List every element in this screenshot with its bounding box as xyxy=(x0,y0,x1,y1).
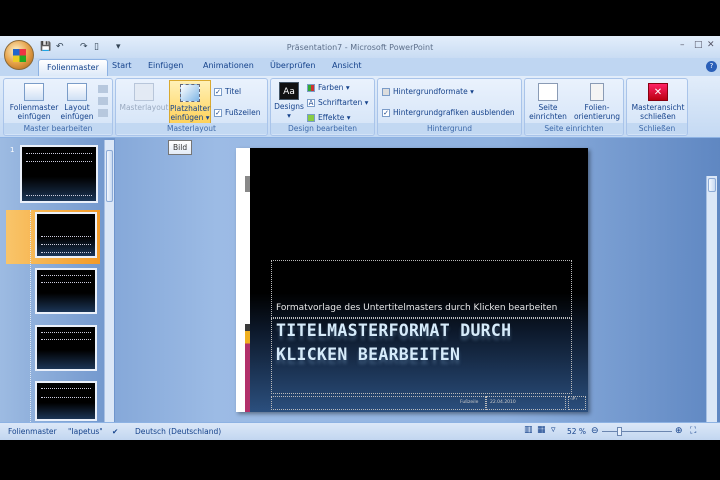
tab-start[interactable]: Start xyxy=(112,61,132,70)
layout-thumbnail[interactable] xyxy=(35,325,97,371)
group-schliessen: ✕ Masteransicht schließen Schließen xyxy=(626,78,688,136)
group-seite-einrichten: Seite einrichten Folien-orientierung ▾ S… xyxy=(524,78,624,136)
schriftarten-button[interactable]: A Schriftarten ▾ xyxy=(307,98,368,107)
title-text[interactable]: TITELMASTERFORMAT DURCH KLICKEN BEARBEIT… xyxy=(276,319,566,367)
seite-einrichten-button[interactable]: Seite einrichten xyxy=(527,83,569,121)
slide-number-text: ‹#› xyxy=(570,397,578,402)
main-scrollbar[interactable] xyxy=(706,176,717,422)
scroll-thumb[interactable] xyxy=(106,150,113,202)
tab-folienmaster[interactable]: Folienmaster xyxy=(38,59,108,77)
zoom-in-icon[interactable]: ⊕ xyxy=(675,426,683,436)
sorter-view-icon[interactable]: ▦ xyxy=(537,425,546,435)
window-title: Präsentation7 - Microsoft PowerPoint xyxy=(286,43,434,52)
small-master-tools-icon[interactable] xyxy=(98,85,108,119)
designs-icon: Aa xyxy=(279,82,299,100)
undo-icon[interactable]: ↶ xyxy=(56,42,66,52)
status-bar: Folienmaster "Iapetus" ✔ Deutsch (Deutsc… xyxy=(0,422,720,440)
farben-button[interactable]: Farben ▾ xyxy=(307,83,350,92)
platzhalter-einfuegen-button[interactable]: Platzhalter einfügen ▾ xyxy=(169,80,211,124)
masterlayout-button: Masterlayout xyxy=(118,83,170,112)
layout-einfuegen-button[interactable]: Layout einfügen xyxy=(60,83,94,121)
status-theme: "Iapetus" xyxy=(68,427,103,436)
group-masterlayout: Masterlayout Platzhalter einfügen ▾ ✓ Tit… xyxy=(115,78,268,136)
background-format-icon xyxy=(382,88,390,96)
office-logo-icon xyxy=(13,49,26,62)
close-button[interactable]: ✕ xyxy=(707,40,715,50)
group-label: Master bearbeiten xyxy=(4,123,112,134)
group-hintergrund: Hintergrundformate ▾ ✓ Hintergrundgrafike… xyxy=(377,78,522,136)
status-view: Folienmaster xyxy=(8,427,57,436)
placeholder-icon xyxy=(180,84,200,102)
layout-connector xyxy=(30,210,31,422)
redo-icon[interactable]: ↷ xyxy=(80,42,90,52)
layout-thumbnail[interactable] xyxy=(35,212,97,258)
designs-button[interactable]: Aa Designs ▾ xyxy=(273,82,305,120)
office-button[interactable] xyxy=(4,40,34,70)
zoom-out-icon[interactable]: ⊖ xyxy=(591,426,599,436)
fonts-icon: A xyxy=(307,99,315,107)
masteransicht-schliessen-button[interactable]: ✕ Masteransicht schließen xyxy=(629,83,687,121)
zoom-level[interactable]: 52 % xyxy=(567,427,586,436)
slide-master-icon xyxy=(24,83,44,101)
tab-einfuegen[interactable]: Einfügen xyxy=(148,61,183,70)
layout-icon xyxy=(67,83,87,101)
effekte-button[interactable]: Effekte ▾ xyxy=(307,113,351,122)
layout-thumbnail[interactable] xyxy=(35,381,97,421)
spellcheck-icon[interactable]: ✔ xyxy=(112,427,118,436)
master-thumbnail[interactable] xyxy=(20,145,98,203)
layout-thumbnail[interactable] xyxy=(35,268,97,314)
footer-text: Fußzeile xyxy=(460,400,479,405)
zoom-slider-thumb[interactable] xyxy=(617,427,622,436)
customize-quick-access-icon[interactable]: ▾ xyxy=(116,42,126,52)
tab-ansicht[interactable]: Ansicht xyxy=(332,61,362,70)
new-icon[interactable]: ▯ xyxy=(94,42,104,52)
zoom-slider[interactable] xyxy=(602,431,672,432)
colors-icon xyxy=(307,84,315,92)
checkbox-icon: ✓ xyxy=(214,88,222,96)
date-text: 22.04.2010 xyxy=(490,400,516,405)
scroll-thumb[interactable] xyxy=(708,178,716,192)
checkbox-icon: ✓ xyxy=(214,109,222,117)
checkbox-icon: ✓ xyxy=(382,109,390,117)
slide-number: 1 xyxy=(10,146,15,154)
footer-placeholder[interactable] xyxy=(271,396,486,410)
hintergrundgrafiken-ausblenden-checkbox[interactable]: ✓ Hintergrundgrafiken ausblenden xyxy=(382,108,515,117)
tab-animationen[interactable]: Animationen xyxy=(203,61,254,70)
ribbon: Folienmaster einfügen Layout einfügen Ma… xyxy=(0,76,720,138)
maximize-button[interactable]: □ xyxy=(694,40,703,50)
status-language[interactable]: Deutsch (Deutschland) xyxy=(135,427,221,436)
fit-to-window-icon[interactable]: ⛶ xyxy=(690,426,696,436)
group-label: Hintergrund xyxy=(378,123,521,134)
tab-ueberpruefen[interactable]: Überprüfen xyxy=(270,61,315,70)
group-master-bearbeiten: Folienmaster einfügen Layout einfügen Ma… xyxy=(3,78,113,136)
folienmaster-einfuegen-button[interactable]: Folienmaster einfügen xyxy=(7,83,61,121)
subtitle-text[interactable]: Formatvorlage des Untertitelmasters durc… xyxy=(276,303,557,313)
fusszeilen-checkbox[interactable]: ✓ Fußzeilen xyxy=(214,108,260,117)
masterlayout-icon xyxy=(134,83,154,101)
group-design-bearbeiten: Aa Designs ▾ Farben ▾ A Schriftarten ▾ Eff… xyxy=(270,78,375,136)
save-icon[interactable]: 💾 xyxy=(40,42,51,52)
help-icon[interactable]: ? xyxy=(706,61,717,72)
group-label: Masterlayout xyxy=(116,123,267,134)
minimize-button[interactable]: – xyxy=(680,40,685,50)
hintergrundformate-button[interactable]: Hintergrundformate ▾ xyxy=(382,87,474,96)
slideshow-view-icon[interactable]: ▿ xyxy=(551,425,556,435)
slide-canvas[interactable]: Formatvorlage des Untertitelmasters durc… xyxy=(236,148,588,412)
group-label: Schließen xyxy=(627,123,687,134)
close-master-icon: ✕ xyxy=(648,83,668,101)
ribbon-tabs: Folienmaster Start Einfügen Animationen … xyxy=(0,58,720,77)
tooltip: Bild xyxy=(168,140,193,155)
titel-checkbox[interactable]: ✓ Titel xyxy=(214,87,241,96)
group-label: Seite einrichten xyxy=(525,123,623,134)
page-setup-icon xyxy=(538,83,558,101)
group-label: Design bearbeiten xyxy=(271,123,374,134)
effects-icon xyxy=(307,114,315,122)
orientation-icon xyxy=(590,83,604,101)
title-bar: Präsentation7 - Microsoft PowerPoint xyxy=(0,36,720,58)
thumbnail-scrollbar[interactable] xyxy=(104,140,114,422)
normal-view-icon[interactable]: ▥ xyxy=(524,425,533,435)
